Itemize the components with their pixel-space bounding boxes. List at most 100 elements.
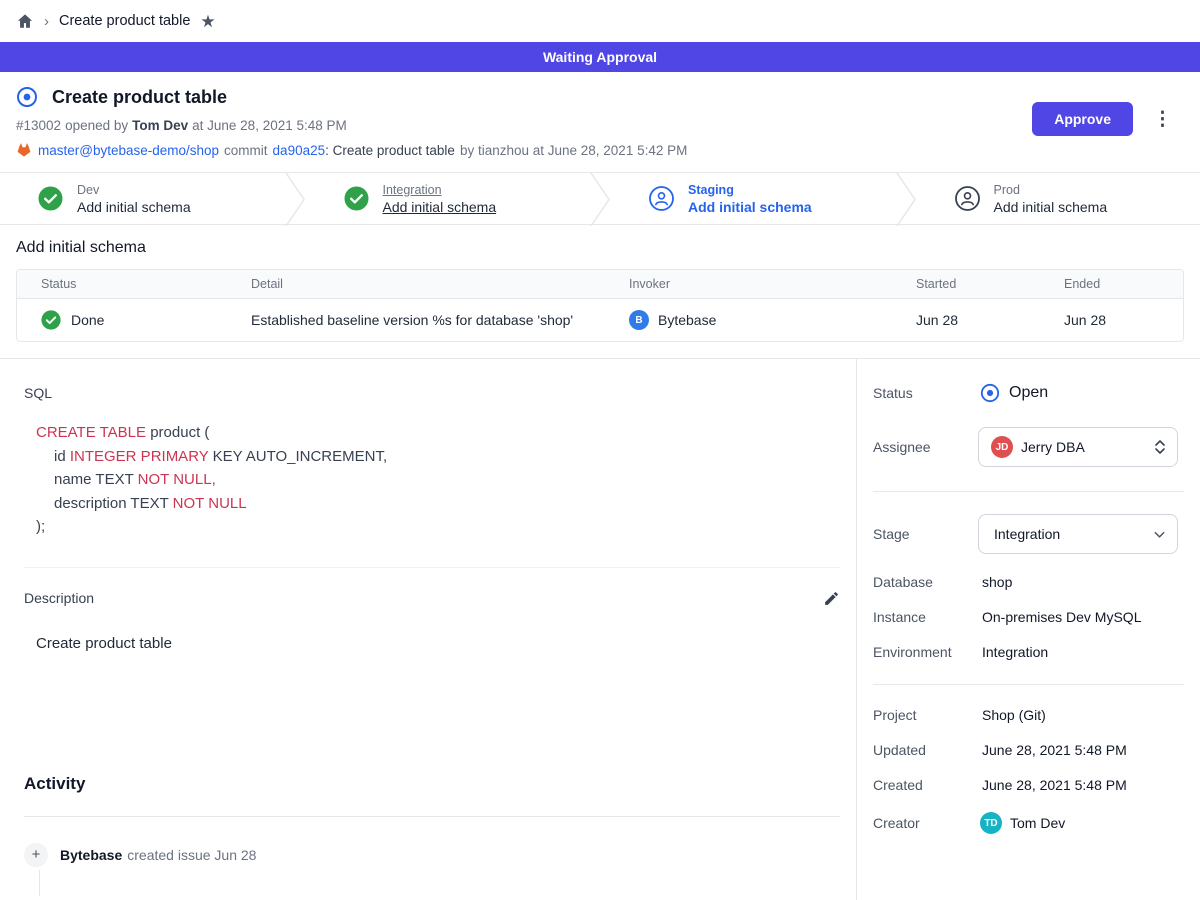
issue-opened-time: at June 28, 2021 5:48 PM bbox=[192, 118, 347, 133]
updated-value: June 28, 2021 5:48 PM bbox=[982, 742, 1127, 758]
description-text: Create product table bbox=[36, 635, 840, 652]
bytebase-issue-page: › Create product table ★ Waiting Approva… bbox=[0, 0, 1200, 900]
breadcrumb: › Create product table ★ bbox=[0, 0, 1200, 42]
stage-not-started-icon bbox=[955, 186, 980, 211]
task-table: Status Detail Invoker Started Ended Done… bbox=[16, 269, 1184, 342]
divider bbox=[24, 816, 840, 817]
assignee-label: Assignee bbox=[873, 439, 978, 455]
stage-task-label: Add initial schema bbox=[77, 199, 191, 215]
col-status: Status bbox=[17, 277, 251, 291]
project-label: Project bbox=[873, 707, 978, 723]
stage-pending-approval-icon bbox=[649, 186, 674, 211]
open-status-icon bbox=[980, 383, 1000, 403]
activity-item: + Bytebase created issue Jun 28 bbox=[24, 843, 840, 867]
commit-author-time: by tianzhou at June 28, 2021 5:42 PM bbox=[460, 143, 687, 158]
activity-timeline-connector bbox=[39, 870, 40, 896]
sql-line: id INTEGER PRIMARY KEY AUTO_INCREMENT, bbox=[36, 445, 840, 469]
stage-done-check-icon bbox=[344, 186, 369, 211]
sidebar-divider bbox=[873, 491, 1184, 492]
assignee-row: Assignee JD Jerry DBA bbox=[873, 427, 1184, 467]
project-value[interactable]: Shop (Git) bbox=[982, 707, 1046, 723]
database-row: Database shop bbox=[873, 574, 1184, 590]
home-icon[interactable] bbox=[16, 12, 34, 30]
task-row[interactable]: Done Established baseline version %s for… bbox=[17, 299, 1183, 341]
task-section-title: Add initial schema bbox=[16, 239, 1184, 257]
favorite-star-icon[interactable]: ★ bbox=[200, 13, 215, 30]
kebab-menu-icon[interactable]: ⋮ bbox=[1149, 108, 1176, 131]
task-ended: Jun 28 bbox=[1064, 312, 1183, 328]
creator-label: Creator bbox=[873, 815, 978, 831]
approval-banner: Waiting Approval bbox=[0, 42, 1200, 72]
stage-done-check-icon bbox=[38, 186, 63, 211]
tom-avatar: TD bbox=[980, 812, 1002, 834]
database-value[interactable]: shop bbox=[982, 574, 1012, 590]
stage-row: Stage Integration bbox=[873, 514, 1184, 554]
issue-author: Tom Dev bbox=[132, 118, 188, 133]
gitlab-icon bbox=[16, 142, 32, 158]
plus-icon: + bbox=[24, 843, 48, 867]
sql-line: name TEXT NOT NULL, bbox=[36, 468, 840, 492]
issue-title-row: Create product table bbox=[16, 86, 1176, 108]
stage-env-label: Integration bbox=[383, 183, 497, 197]
stage-separator bbox=[895, 173, 917, 226]
jerry-avatar: JD bbox=[991, 436, 1013, 458]
issue-header: Create product table #13002 opened by To… bbox=[0, 72, 1200, 172]
created-row: Created June 28, 2021 5:48 PM bbox=[873, 777, 1184, 793]
sql-code: CREATE TABLE product (id INTEGER PRIMARY… bbox=[36, 421, 840, 539]
environment-row: Environment Integration bbox=[873, 644, 1184, 660]
stage-env-label: Dev bbox=[77, 183, 191, 197]
commit-hash-link[interactable]: da90a25 bbox=[273, 143, 326, 158]
divider bbox=[24, 567, 840, 568]
approve-button[interactable]: Approve bbox=[1032, 102, 1133, 136]
done-check-icon bbox=[41, 310, 61, 330]
task-section: Add initial schema Status Detail Invoker… bbox=[0, 225, 1200, 358]
col-ended: Ended bbox=[1064, 277, 1183, 291]
stage-separator bbox=[284, 173, 306, 226]
updated-label: Updated bbox=[873, 742, 978, 758]
assignee-value: Jerry DBA bbox=[1021, 439, 1153, 455]
commit-message: : Create product table bbox=[325, 143, 455, 158]
commit-branch-link[interactable]: master@bytebase-demo/shop bbox=[38, 143, 219, 158]
stage-env-label: Staging bbox=[688, 183, 812, 197]
assignee-select[interactable]: JD Jerry DBA bbox=[978, 427, 1178, 467]
status-value: Open bbox=[1009, 384, 1048, 402]
issue-meta: #13002 opened by Tom Dev at June 28, 202… bbox=[16, 118, 1176, 133]
sidebar-divider bbox=[873, 684, 1184, 685]
activity-action: created issue Jun 28 bbox=[127, 847, 256, 863]
sql-line: ); bbox=[36, 515, 840, 539]
header-actions: Approve ⋮ bbox=[1032, 102, 1176, 136]
updown-chevrons-icon bbox=[1153, 439, 1167, 455]
stage-staging[interactable]: Staging Add initial schema bbox=[611, 173, 895, 224]
issue-title: Create product table bbox=[52, 87, 227, 108]
breadcrumb-page-title: Create product table bbox=[59, 13, 190, 29]
stage-select[interactable]: Integration bbox=[978, 514, 1178, 554]
breadcrumb-chevron-icon: › bbox=[44, 13, 49, 30]
instance-label: Instance bbox=[873, 609, 978, 625]
task-detail: Established baseline version %s for data… bbox=[251, 312, 629, 328]
stage-task-label: Add initial schema bbox=[383, 199, 497, 215]
issue-number: #13002 bbox=[16, 118, 61, 133]
edit-pencil-icon[interactable] bbox=[823, 590, 840, 607]
activity-actor: Bytebase bbox=[60, 847, 122, 863]
instance-value[interactable]: On-premises Dev MySQL bbox=[982, 609, 1141, 625]
task-status: Done bbox=[71, 312, 104, 328]
sql-line: description TEXT NOT NULL bbox=[36, 492, 840, 516]
col-started: Started bbox=[916, 277, 1064, 291]
description-label: Description bbox=[24, 590, 94, 606]
environment-value[interactable]: Integration bbox=[982, 644, 1048, 660]
instance-row: Instance On-premises Dev MySQL bbox=[873, 609, 1184, 625]
project-row: Project Shop (Git) bbox=[873, 707, 1184, 723]
content: SQL CREATE TABLE product (id INTEGER PRI… bbox=[0, 359, 1200, 900]
database-label: Database bbox=[873, 574, 978, 590]
issue-open-status-icon bbox=[16, 86, 38, 108]
stage-integration[interactable]: Integration Add initial schema bbox=[306, 173, 590, 224]
pipeline-stages: Dev Add initial schema Integration Add i… bbox=[0, 172, 1200, 225]
stage-prod[interactable]: Prod Add initial schema bbox=[917, 173, 1200, 224]
stage-task-label: Add initial schema bbox=[688, 199, 812, 215]
task-invoker: Bytebase bbox=[658, 312, 716, 328]
environment-label: Environment bbox=[873, 644, 978, 660]
stage-dev[interactable]: Dev Add initial schema bbox=[0, 173, 284, 224]
col-detail: Detail bbox=[251, 277, 629, 291]
commit-label: commit bbox=[224, 143, 268, 158]
commit-row: master@bytebase-demo/shop commit da90a25… bbox=[16, 142, 1176, 158]
